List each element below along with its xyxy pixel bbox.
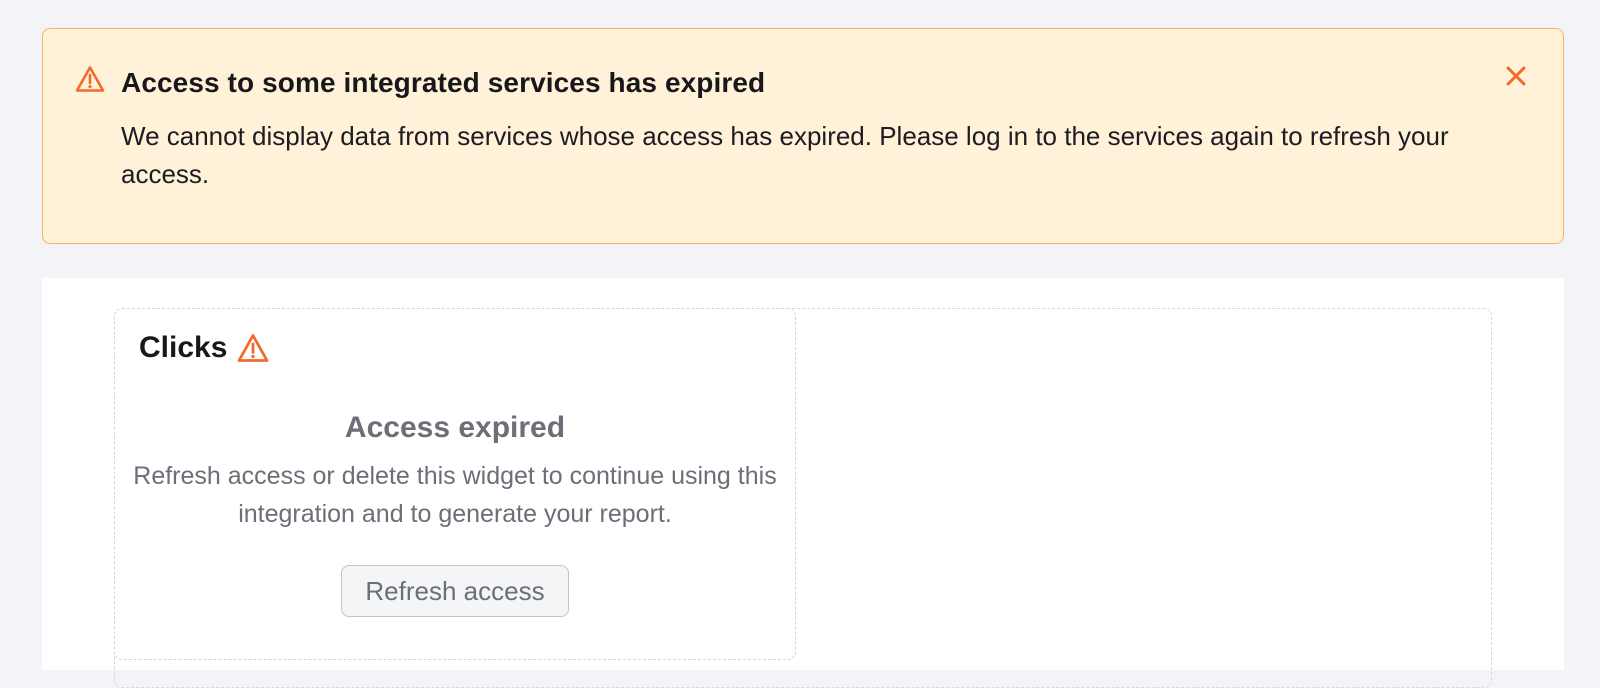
warning-icon [75,66,105,92]
widget-title: Clicks [139,331,228,364]
access-expired-title: Access expired [344,411,566,444]
warning-icon[interactable] [237,333,269,363]
report-content-area: Clicks Access expired Refresh access or … [42,278,1564,688]
alert-message: We cannot display data from services who… [121,121,1449,189]
alert-title: Access to some integrated services has e… [121,67,766,98]
close-icon[interactable] [1505,65,1527,87]
refresh-access-button[interactable]: Refresh access [341,565,569,617]
expired-access-alert: Access to some integrated services has e… [42,28,1564,244]
clicks-widget: Clicks Access expired Refresh access or … [114,308,796,660]
access-expired-message: Refresh access or delete this widget to … [133,462,777,528]
